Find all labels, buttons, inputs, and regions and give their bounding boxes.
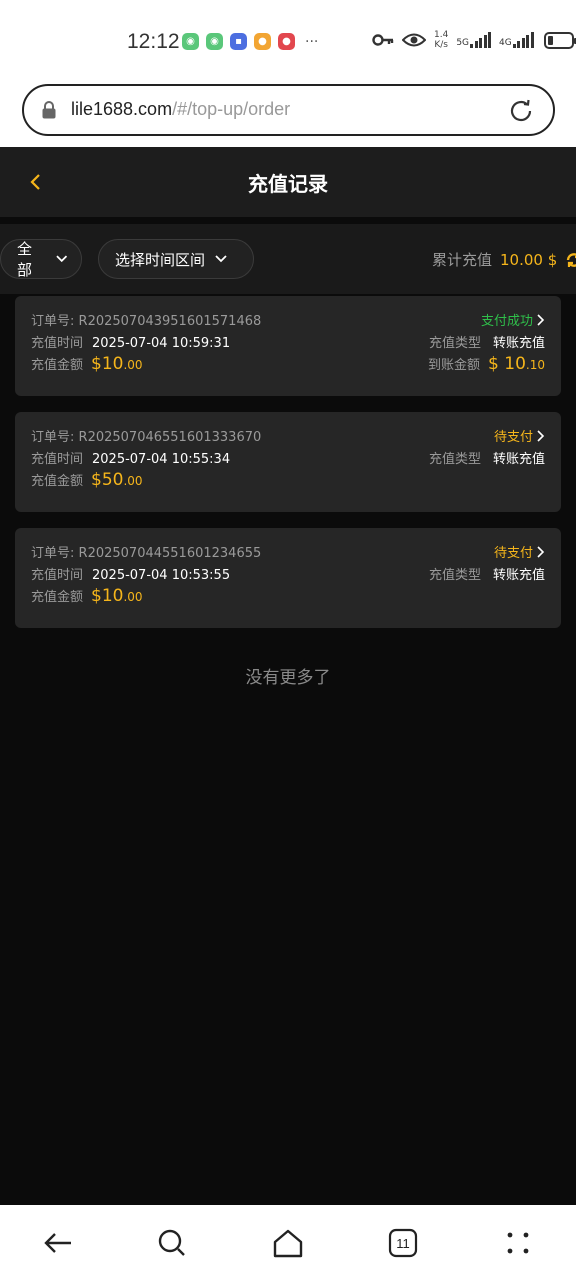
filter-bar: 全部 选择时间区间 累计充值 10.00 $ — [0, 224, 576, 294]
time-label: 充值时间 — [31, 568, 84, 583]
browser-bottom-nav: 11 — [0, 1205, 576, 1280]
order-status[interactable]: 待支付 — [494, 542, 545, 561]
order-status[interactable]: 支付成功 — [481, 310, 545, 329]
order-status[interactable]: 待支付 — [494, 426, 545, 445]
signal-5g-icon: 5G — [456, 32, 492, 48]
browser-toolbar: lile1688.com/#/top-up/order — [0, 80, 576, 147]
menu-dots-icon — [507, 1232, 529, 1254]
status-bar: 12:12 ◉ ◉ ▪ ● ● ··· 1.4 K/s 5G 4G — [0, 0, 576, 80]
address-bar[interactable]: lile1688.com/#/top-up/order — [22, 84, 555, 136]
no-more-text: 没有更多了 — [245, 668, 331, 688]
url-text[interactable]: lile1688.com/#/top-up/order — [71, 99, 290, 120]
chevron-right-icon — [537, 429, 545, 442]
chevron-down-icon — [55, 255, 67, 263]
home-icon — [273, 1229, 303, 1258]
order-number: 订单号: R202507044551601234655 — [31, 546, 262, 561]
page-title: 充值记录 — [248, 172, 328, 196]
nav-home-button[interactable] — [268, 1223, 308, 1263]
battery-icon — [543, 31, 576, 49]
chevron-right-icon — [537, 545, 545, 558]
signal-4g-icon: 4G — [499, 32, 534, 48]
time-label: 充值时间 — [31, 452, 84, 467]
order-amount: $10.00 — [91, 586, 143, 606]
received-amount: $ 10.10 — [488, 354, 545, 374]
order-time: 2025-07-04 10:55:34 — [92, 452, 231, 467]
total-value: 10.00 $ — [500, 250, 558, 269]
category-label: 全部 — [17, 240, 33, 279]
order-amount: $50.00 — [91, 470, 143, 490]
chevron-right-icon — [537, 313, 545, 326]
status-time: 12:12 — [127, 30, 180, 53]
order-type: 转账充值 — [492, 336, 545, 351]
date-range-label: 选择时间区间 — [115, 250, 206, 269]
received-label: 到账金额 — [428, 358, 481, 373]
order-card[interactable]: 订单号: R202507046551601333670 待支付 充值时间 2025… — [15, 412, 561, 512]
order-type: 转账充值 — [492, 452, 545, 467]
nav-tabs-button[interactable]: 11 — [383, 1223, 423, 1263]
order-card[interactable]: 订单号: R202507043951601571468 支付成功 充值时间 202… — [15, 296, 561, 396]
order-time: 2025-07-04 10:53:55 — [92, 568, 231, 583]
chat-app-icon: ● — [254, 33, 271, 50]
page-header: 充值记录 — [0, 147, 576, 217]
android-app-icon: ◉ — [182, 33, 199, 50]
nav-search-button[interactable] — [152, 1223, 192, 1263]
key-icon — [372, 34, 394, 46]
amount-label: 充值金额 — [31, 474, 84, 489]
notification-icons: ◉ ◉ ▪ ● ● ··· — [182, 33, 318, 50]
order-type: 转账充值 — [492, 568, 545, 583]
total-recharge: 累计充值 10.00 $ — [432, 249, 576, 270]
photo-app-icon: ▪ — [230, 33, 247, 50]
network-speed: 1.4 K/s — [434, 30, 449, 50]
lock-icon — [42, 101, 56, 119]
nav-back-button[interactable] — [38, 1223, 78, 1263]
refresh-icon[interactable] — [565, 251, 576, 269]
android-app-icon: ◉ — [206, 33, 223, 50]
tabs-count: 11 — [396, 1235, 410, 1251]
type-label: 充值类型 — [428, 452, 481, 467]
weibo-app-icon: ● — [278, 33, 295, 50]
search-icon — [158, 1229, 185, 1256]
date-range-dropdown[interactable]: 选择时间区间 — [98, 239, 254, 279]
order-time: 2025-07-04 10:59:31 — [92, 336, 231, 351]
eye-icon — [402, 33, 426, 47]
nav-menu-button[interactable] — [498, 1223, 538, 1263]
order-amount: $10.00 — [91, 354, 143, 374]
order-card[interactable]: 订单号: R202507044551601234655 待支付 充值时间 2025… — [15, 528, 561, 628]
total-label: 累计充值 — [432, 251, 493, 269]
reload-icon[interactable] — [507, 97, 535, 125]
more-notifications-icon: ··· — [305, 33, 319, 50]
category-dropdown[interactable]: 全部 — [0, 239, 82, 279]
system-indicators: 1.4 K/s 5G 4G — [372, 30, 576, 50]
amount-label: 充值金额 — [31, 590, 84, 605]
type-label: 充值类型 — [428, 336, 481, 351]
time-label: 充值时间 — [31, 336, 84, 351]
arrow-left-icon — [44, 1233, 71, 1253]
type-label: 充值类型 — [428, 568, 481, 583]
amount-label: 充值金额 — [31, 358, 84, 373]
order-number: 订单号: R202507046551601333670 — [31, 430, 262, 445]
chevron-down-icon — [215, 255, 227, 263]
order-number: 订单号: R202507043951601571468 — [31, 314, 262, 329]
